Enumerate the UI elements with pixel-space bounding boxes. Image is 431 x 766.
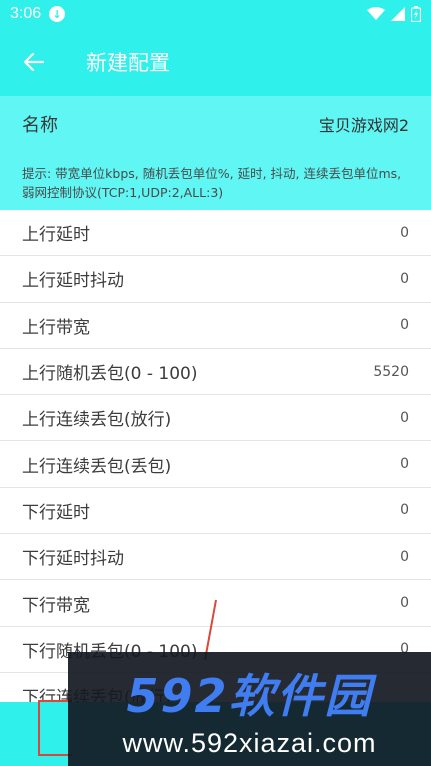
setting-label: 上行延时: [22, 225, 90, 246]
setting-row-uplink-jitter[interactable]: 上行延时抖动 0: [0, 256, 431, 303]
name-value[interactable]: 宝贝游戏网2: [319, 112, 409, 136]
setting-label: 上行带宽: [22, 317, 90, 338]
hint-text: 提示: 带宽单位kbps, 随机丢包单位%, 延时, 抖动, 连续丢包单位ms,…: [0, 152, 431, 210]
download-icon: ↓: [49, 6, 66, 22]
setting-row-downlink-delay[interactable]: 下行延时 0: [0, 488, 431, 535]
back-button[interactable]: [22, 50, 46, 74]
setting-value[interactable]: 0: [400, 549, 409, 565]
setting-value[interactable]: 0: [400, 410, 409, 426]
setting-row-uplink-burst-drop[interactable]: 上行连续丢包(丢包) 0: [0, 441, 431, 488]
setting-value[interactable]: 0: [400, 271, 409, 287]
status-icons: [367, 6, 421, 22]
arrow-left-icon: [24, 53, 44, 71]
setting-label: 下行延时抖动: [22, 549, 124, 570]
setting-label: 上行连续丢包(放行): [22, 410, 172, 431]
setting-value[interactable]: 0: [400, 317, 409, 333]
setting-row-uplink-delay[interactable]: 上行延时 0: [0, 210, 431, 257]
setting-label: 下行带宽: [22, 595, 90, 616]
settings-list: 上行延时 0 上行延时抖动 0 上行带宽 0 上行随机丢包(0 - 100) 5520 …: [0, 210, 431, 720]
name-field[interactable]: 名称 宝贝游戏网2: [0, 96, 431, 152]
watermark-brand: 592软件园: [126, 668, 373, 723]
status-time: 3:06: [10, 5, 42, 22]
page-title: 新建配置: [86, 51, 170, 75]
status-bar: 3:06 ↓: [0, 0, 431, 28]
app-toolbar: 新建配置: [0, 28, 431, 96]
setting-value[interactable]: 0: [400, 225, 409, 241]
setting-value[interactable]: 5520: [373, 364, 409, 380]
setting-row-uplink-burst-pass[interactable]: 上行连续丢包(放行) 0: [0, 395, 431, 442]
battery-charging-icon: [411, 6, 421, 22]
setting-label: 上行延时抖动: [22, 271, 124, 292]
setting-label: 上行连续丢包(丢包): [22, 456, 172, 477]
setting-row-downlink-jitter[interactable]: 下行延时抖动 0: [0, 534, 431, 581]
setting-row-uplink-random-loss[interactable]: 上行随机丢包(0 - 100) 5520: [0, 349, 431, 396]
setting-value[interactable]: 0: [400, 456, 409, 472]
setting-label: 上行随机丢包(0 - 100): [22, 364, 198, 385]
wifi-icon: [367, 7, 385, 20]
setting-value[interactable]: 0: [400, 595, 409, 611]
setting-label: 下行延时: [22, 502, 90, 523]
signal-icon: [391, 7, 405, 21]
annotation-box: [38, 700, 72, 756]
watermark-url: www.592xiazai.com: [122, 727, 377, 758]
setting-row-downlink-bandwidth[interactable]: 下行带宽 0: [0, 580, 431, 627]
setting-value[interactable]: 0: [400, 502, 409, 518]
setting-row-uplink-bandwidth[interactable]: 上行带宽 0: [0, 303, 431, 349]
watermark-overlay: 592软件园 www.592xiazai.com: [68, 652, 431, 766]
name-label: 名称: [22, 115, 58, 136]
